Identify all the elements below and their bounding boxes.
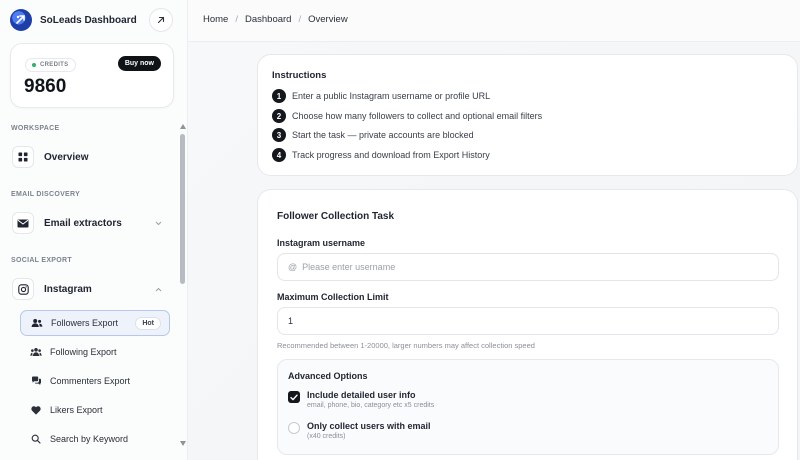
sidebar-subitem-label: Likers Export (50, 405, 103, 415)
breadcrumb-home[interactable]: Home (203, 14, 228, 25)
chevron-up-icon (155, 285, 162, 294)
breadcrumb-overview: Overview (308, 14, 348, 25)
at-icon: @ (288, 262, 298, 272)
instructions-title: Instructions (272, 70, 327, 81)
sidebar-item-instagram[interactable]: Instagram (12, 275, 170, 303)
credits-label: CREDITS (40, 62, 69, 68)
step-text: Enter a public Instagram username or pro… (292, 91, 491, 101)
comment-icon (30, 375, 42, 387)
instructions-card: Instructions 1 Enter a public Instagram … (257, 54, 798, 176)
sidebar-subitem-search-by-keyword[interactable]: Search by Keyword (20, 426, 170, 452)
hot-badge: Hot (135, 316, 161, 330)
option-detailed-info[interactable]: Include detailed user info email, phone,… (288, 390, 434, 409)
brand-logo-icon (10, 9, 32, 31)
username-label: Instagram username (277, 238, 366, 248)
breadcrumb-separator: / (298, 14, 302, 25)
limit-input[interactable]: 1 (277, 307, 779, 335)
limit-value: 1 (288, 316, 294, 326)
instruction-step: 4 Track progress and download from Expor… (272, 148, 490, 162)
advanced-options-title: Advanced Options (288, 371, 368, 381)
section-label-email-discovery: EMAIL DISCOVERY (11, 191, 81, 198)
sidebar-subitem-label: Search by Keyword (50, 434, 129, 444)
section-label-workspace: WORKSPACE (11, 125, 60, 132)
step-number: 1 (272, 89, 286, 103)
username-placeholder: Please enter username (302, 262, 396, 272)
step-number: 3 (272, 128, 286, 142)
sidebar-subitem-following-export[interactable]: Following Export (20, 339, 170, 365)
sidebar-scrollbar[interactable] (180, 124, 186, 446)
sidebar-subitem-label: Followers Export (51, 318, 119, 328)
sidebar-subitem-label: Commenters Export (50, 376, 131, 386)
scrollbar-thumb[interactable] (180, 134, 185, 284)
open-external-button[interactable] (149, 8, 173, 32)
heart-icon (30, 404, 42, 416)
chevron-down-icon (155, 219, 162, 228)
users-icon (31, 317, 43, 329)
sidebar: SoLeads Dashboard CREDITS 9860 Buy now W… (0, 0, 188, 460)
instagram-icon (12, 278, 34, 300)
credits-value: 9860 (24, 76, 67, 97)
task-title: Follower Collection Task (277, 211, 395, 222)
instruction-step: 1 Enter a public Instagram username or p… (272, 89, 490, 103)
search-icon (30, 433, 42, 445)
task-card: Follower Collection Task Instagram usern… (257, 189, 798, 460)
option-label: Include detailed user info (307, 390, 416, 400)
breadcrumb-dashboard[interactable]: Dashboard (245, 14, 291, 25)
breadcrumb: Home / Dashboard / Overview (203, 14, 348, 25)
step-number: 4 (272, 148, 286, 162)
instruction-step: 3 Start the task — private accounts are … (272, 128, 474, 142)
username-input[interactable]: @ Please enter username (277, 253, 779, 281)
sidebar-item-label: Instagram (44, 283, 92, 295)
users-group-icon (30, 346, 42, 358)
brand: SoLeads Dashboard (10, 8, 178, 32)
scroll-down-icon[interactable] (180, 441, 186, 446)
option-email-only[interactable]: Only collect users with email (x40 credi… (288, 421, 431, 440)
section-label-social-export: SOCIAL EXPORT (11, 257, 72, 264)
limit-label: Maximum Collection Limit (277, 292, 389, 302)
step-text: Start the task — private accounts are bl… (292, 130, 474, 140)
buy-now-button[interactable]: Buy now (117, 56, 161, 71)
sidebar-subitem-followers-export[interactable]: Followers Export Hot (20, 310, 170, 336)
instruction-step: 2 Choose how many followers to collect a… (272, 109, 542, 123)
sidebar-item-overview[interactable]: Overview (12, 143, 170, 171)
option-sublabel: (x40 credits) (307, 433, 346, 440)
credits-card: CREDITS 9860 Buy now (10, 43, 174, 108)
limit-hint: Recommended between 1-20000, larger numb… (277, 341, 535, 350)
arrow-up-right-icon (157, 16, 165, 24)
sidebar-subitem-commenters-export[interactable]: Commenters Export (20, 368, 170, 394)
grid-icon (12, 146, 34, 168)
sidebar-item-email-extractors[interactable]: Email extractors (12, 209, 170, 237)
sidebar-subitem-label: Following Export (50, 347, 117, 357)
option-sublabel: email, phone, bio, category etc x5 credi… (307, 402, 435, 409)
mail-icon (12, 212, 34, 234)
credits-pill: CREDITS (25, 58, 77, 72)
main-content: Instructions 1 Enter a public Instagram … (188, 43, 800, 460)
breadcrumb-separator: / (235, 14, 238, 25)
top-bar: Home / Dashboard / Overview (188, 0, 800, 42)
checkbox-checked-icon[interactable] (288, 391, 300, 403)
scroll-up-icon[interactable] (180, 124, 186, 129)
step-text: Track progress and download from Export … (292, 150, 490, 160)
option-label: Only collect users with email (307, 421, 431, 431)
advanced-options: Advanced Options Include detailed user i… (277, 359, 779, 455)
sidebar-item-label: Email extractors (44, 217, 122, 229)
step-text: Choose how many followers to collect and… (292, 111, 543, 121)
sidebar-subitem-likers-export[interactable]: Likers Export (20, 397, 170, 423)
status-dot-icon (32, 63, 36, 67)
step-number: 2 (272, 109, 286, 123)
checkbox-unchecked-icon[interactable] (288, 422, 300, 434)
sidebar-item-label: Overview (44, 151, 89, 163)
